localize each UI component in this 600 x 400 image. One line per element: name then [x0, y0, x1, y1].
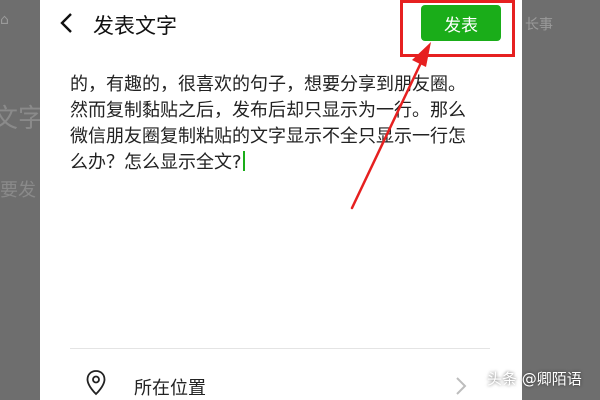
watermark: 头条 @卿陌语: [487, 370, 582, 388]
annotation-arrow: [350, 42, 431, 210]
